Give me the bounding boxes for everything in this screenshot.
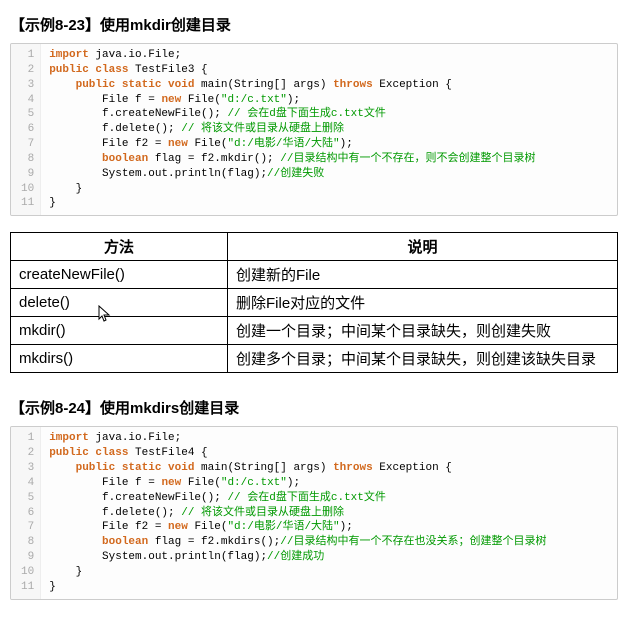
t: } (49, 197, 56, 209)
t: TestFile3 { (128, 64, 207, 76)
kw: import (49, 432, 89, 444)
t: TestFile4 { (128, 447, 207, 459)
kw: new (168, 521, 188, 533)
cmt: //创建成功 (267, 551, 324, 563)
kw: public class (49, 64, 128, 76)
t: f.delete(); (102, 123, 181, 135)
t: File f2 = (102, 521, 168, 533)
gutter-823: 1 2 3 4 5 6 7 8 9 10 11 (11, 44, 41, 215)
code-block-824: 1 2 3 4 5 6 7 8 9 10 11 import java.io.F… (10, 426, 618, 599)
kw: new (168, 138, 188, 150)
t: File( (181, 94, 221, 106)
t: flag = f2.mkdirs(); (148, 536, 280, 548)
section-title-823: 【示例8-23】使用mkdir创建目录 (10, 14, 618, 35)
t: System.out.println(flag); (102, 551, 267, 563)
cell-method: createNewFile() (11, 261, 228, 289)
kw: new (161, 94, 181, 106)
cell-desc: 创建一个目录；中间某个目录缺失，则创建失败 (228, 317, 618, 345)
code-823: import java.io.File; public class TestFi… (41, 44, 617, 215)
t: java.io.File; (89, 432, 181, 444)
t: } (76, 183, 83, 195)
kw: boolean (102, 536, 148, 548)
methods-table: 方法 说明 createNewFile() 创建新的File delete() … (10, 232, 618, 373)
str: "d:/c.txt" (221, 477, 287, 489)
kw: import (49, 49, 89, 61)
t: File f = (102, 94, 161, 106)
str: "d:/电影/华语/大陆" (227, 521, 339, 533)
code-block-823: 1 2 3 4 5 6 7 8 9 10 11 import java.io.F… (10, 43, 618, 216)
t: main(String[] args) (194, 462, 333, 474)
t: f.delete(); (102, 507, 181, 519)
t: ); (287, 94, 300, 106)
t: File( (181, 477, 221, 489)
cell-desc: 删除File对应的文件 (228, 289, 618, 317)
t: File( (188, 138, 228, 150)
t: main(String[] args) (194, 79, 333, 91)
section-title-824: 【示例8-24】使用mkdirs创建目录 (10, 397, 618, 418)
cell-desc: 创建多个目录；中间某个目录缺失，则创建该缺失目录 (228, 345, 618, 373)
kw: new (161, 477, 181, 489)
t: File f = (102, 477, 161, 489)
cmt: // 将该文件或目录从硬盘上删除 (181, 123, 344, 135)
cmt: // 会在d盘下面生成c.txt文件 (227, 108, 385, 120)
cell-method: mkdirs() (11, 345, 228, 373)
t: java.io.File; (89, 49, 181, 61)
kw: public static void (76, 79, 195, 91)
t: flag = f2.mkdir(); (148, 153, 280, 165)
kw: public class (49, 447, 128, 459)
table-row: createNewFile() 创建新的File (11, 261, 618, 289)
t: ); (287, 477, 300, 489)
table-row: delete() 删除File对应的文件 (11, 289, 618, 317)
t: ); (340, 521, 353, 533)
t: Exception { (373, 462, 452, 474)
th-desc: 说明 (228, 233, 618, 261)
cmt: // 将该文件或目录从硬盘上删除 (181, 507, 344, 519)
cmt: //目录结构中有一个不存在，则不会创建整个目录树 (280, 153, 535, 165)
cmt: //目录结构中有一个不存在也没关系；创建整个目录树 (280, 536, 546, 548)
kw: throws (333, 79, 373, 91)
cmt: // 会在d盘下面生成c.txt文件 (227, 492, 385, 504)
cell-method: mkdir() (11, 317, 228, 345)
cell-desc: 创建新的File (228, 261, 618, 289)
kw: throws (333, 462, 373, 474)
cmt: //创建失败 (267, 168, 324, 180)
th-method: 方法 (11, 233, 228, 261)
gutter-824: 1 2 3 4 5 6 7 8 9 10 11 (11, 427, 41, 598)
t: File( (188, 521, 228, 533)
t: } (49, 581, 56, 593)
t: System.out.println(flag); (102, 168, 267, 180)
cell-method: delete() (11, 289, 228, 317)
t: delete() (19, 294, 70, 311)
t: f.createNewFile(); (102, 492, 227, 504)
kw: boolean (102, 153, 148, 165)
str: "d:/电影/华语/大陆" (227, 138, 339, 150)
kw: public static void (76, 462, 195, 474)
code-824: import java.io.File; public class TestFi… (41, 427, 617, 598)
table-row: mkdirs() 创建多个目录；中间某个目录缺失，则创建该缺失目录 (11, 345, 618, 373)
t: } (76, 566, 83, 578)
t: File f2 = (102, 138, 168, 150)
t: Exception { (373, 79, 452, 91)
t: f.createNewFile(); (102, 108, 227, 120)
str: "d:/c.txt" (221, 94, 287, 106)
t: ); (340, 138, 353, 150)
